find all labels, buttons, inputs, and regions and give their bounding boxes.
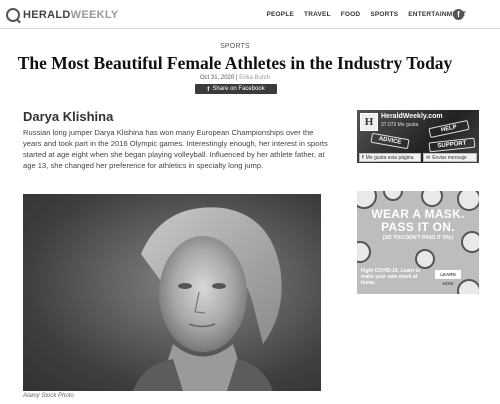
decor-mask-graphic <box>383 191 403 201</box>
article-category[interactable]: SPORTS <box>0 43 470 50</box>
main-menu: PEOPLE TRAVEL FOOD SPORTS ENTERTAINMENT <box>266 0 466 29</box>
facebook-icon: f <box>362 154 364 161</box>
message-icon: ✉ <box>426 154 431 161</box>
nav-link-travel[interactable]: TRAVEL <box>304 11 331 18</box>
page-thumbnail: H <box>360 113 378 131</box>
top-nav-bar: HERALDWEEKLY PEOPLE TRAVEL FOOD SPORTS E… <box>0 0 500 29</box>
decor-mask-graphic <box>421 191 443 207</box>
nav-link-sports[interactable]: SPORTS <box>370 11 398 18</box>
logo-text: HERALDWEEKLY <box>23 9 119 21</box>
athlete-name-heading: Darya Klishina <box>23 109 114 124</box>
share-button-label: Share on Facebook <box>212 86 265 92</box>
fb-like-page-button[interactable]: f Me gusta esta página <box>359 153 421 162</box>
athlete-photo-illustration <box>23 194 321 391</box>
article-title: The Most Beautiful Female Athletes in th… <box>17 53 453 73</box>
fb-send-message-button[interactable]: ✉ Enviar mensaje <box>423 153 477 162</box>
decor-mask-graphic <box>357 241 371 263</box>
site-logo[interactable]: HERALDWEEKLY <box>6 7 119 23</box>
ad-footer-text: Fight COVID-19. Learn to make your own m… <box>361 268 421 286</box>
logo-icon <box>6 8 20 22</box>
facebook-icon: f <box>207 85 210 93</box>
fb-page-likes: 37.073 Me gusta <box>381 122 419 128</box>
learn-how-button[interactable]: LEARN HOW <box>435 270 461 286</box>
facebook-icon[interactable]: f <box>453 9 464 20</box>
nav-link-food[interactable]: FOOD <box>341 11 361 18</box>
ad-subline: (SO YOU DON'T PASS IT ON.) <box>382 235 454 241</box>
decor-mask-graphic <box>457 279 479 294</box>
article-paragraph: Russian long jumper Darya Klishina has w… <box>23 128 328 170</box>
fb-page-name[interactable]: HeraldWeekly.com <box>381 113 443 120</box>
share-on-facebook-button[interactable]: f Share on Facebook <box>195 84 277 94</box>
athlete-photo <box>23 194 321 391</box>
fb-message-label: Enviar mensaje <box>432 154 467 161</box>
nav-link-people[interactable]: PEOPLE <box>266 11 294 18</box>
logo-text-bold: HERALD <box>23 9 71 21</box>
fb-widget-actions: f Me gusta esta página ✉ Enviar mensaje <box>357 153 479 163</box>
logo-text-light: WEEKLY <box>70 9 119 21</box>
ad-headline-line2: PASS IT ON. <box>381 220 455 234</box>
article-meta: Oct 31, 2020 | Erika Burch <box>0 75 470 81</box>
ad-headline: WEAR A MASK. PASS IT ON. <box>357 208 479 234</box>
fb-like-label: Me gusta esta página <box>365 154 414 161</box>
decor-mask-graphic <box>415 249 435 269</box>
photo-caption: Alamy Stock Photo <box>23 393 74 399</box>
article-date: Oct 31, 2020 <box>199 75 235 81</box>
mask-ad-banner[interactable]: WEAR A MASK. PASS IT ON. (SO YOU DON'T P… <box>357 191 479 294</box>
facebook-page-widget[interactable]: H HeraldWeekly.com 37.073 Me gusta HELP … <box>357 110 479 163</box>
article-author[interactable]: Erika Burch <box>239 75 270 81</box>
